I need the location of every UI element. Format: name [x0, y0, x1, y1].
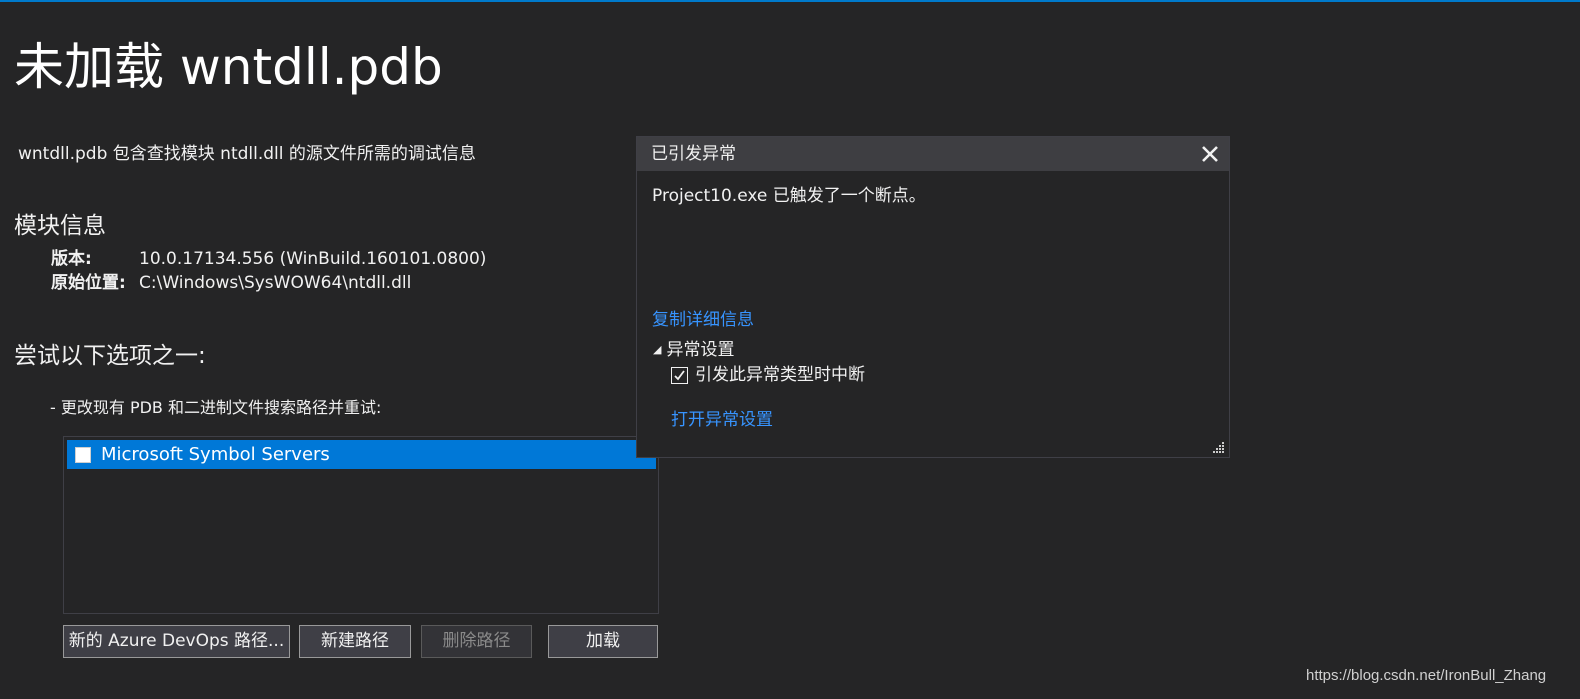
page-description: wntdll.pdb 包含查找模块 ntdll.dll 的源文件所需的调试信息 — [18, 144, 476, 164]
watermark-url: https://blog.csdn.net/IronBull_Zhang — [1306, 667, 1547, 684]
break-when-thrown-checkbox[interactable] — [671, 366, 688, 384]
list-item[interactable]: Microsoft Symbol Servers — [67, 440, 656, 469]
location-label: 原始位置: — [51, 273, 126, 293]
symbol-server-checkbox[interactable] — [75, 446, 91, 463]
top-accent-bar — [0, 0, 1580, 2]
delete-path-button[interactable]: 删除路径 — [421, 625, 532, 658]
module-info-heading: 模块信息 — [14, 213, 106, 239]
new-path-button[interactable]: 新建路径 — [299, 625, 411, 658]
exception-popup-title: 已引发异常 — [651, 144, 736, 164]
close-icon[interactable] — [1197, 141, 1223, 167]
options-heading: 尝试以下选项之一: — [14, 343, 206, 369]
collapse-triangle-icon: ◢ — [653, 343, 662, 356]
version-value: 10.0.17134.556 (WinBuild.160101.0800) — [139, 249, 487, 269]
symbol-server-label: Microsoft Symbol Servers — [101, 444, 330, 465]
location-value: C:\Windows\SysWOW64\ntdll.dll — [139, 273, 412, 293]
break-when-thrown-label: 引发此异常类型时中断 — [695, 365, 865, 385]
copy-details-link[interactable]: 复制详细信息 — [652, 308, 754, 332]
option-change-paths: - 更改现有 PDB 和二进制文件搜索路径并重试: — [50, 398, 382, 417]
exception-popup-header: 已引发异常 — [637, 137, 1229, 171]
break-when-thrown-option[interactable]: 引发此异常类型时中断 — [671, 363, 865, 387]
load-button[interactable]: 加载 — [548, 625, 658, 658]
page-title: 未加载 wntdll.pdb — [14, 38, 443, 96]
open-exception-settings-link[interactable]: 打开异常设置 — [671, 408, 773, 432]
exception-message: Project10.exe 已触发了一个断点。 — [652, 186, 926, 206]
exception-settings-heading: 异常设置 — [666, 340, 735, 360]
new-azure-devops-path-button[interactable]: 新的 Azure DevOps 路径... — [63, 625, 290, 658]
exception-popup: 已引发异常 Project10.exe 已触发了一个断点。 复制详细信息 ◢ 异常… — [636, 136, 1230, 458]
exception-settings-toggle[interactable]: ◢ 异常设置 — [653, 338, 734, 362]
resize-grip-icon[interactable] — [1211, 439, 1225, 453]
symbol-server-list[interactable]: Microsoft Symbol Servers — [63, 436, 659, 614]
version-label: 版本: — [51, 249, 92, 269]
